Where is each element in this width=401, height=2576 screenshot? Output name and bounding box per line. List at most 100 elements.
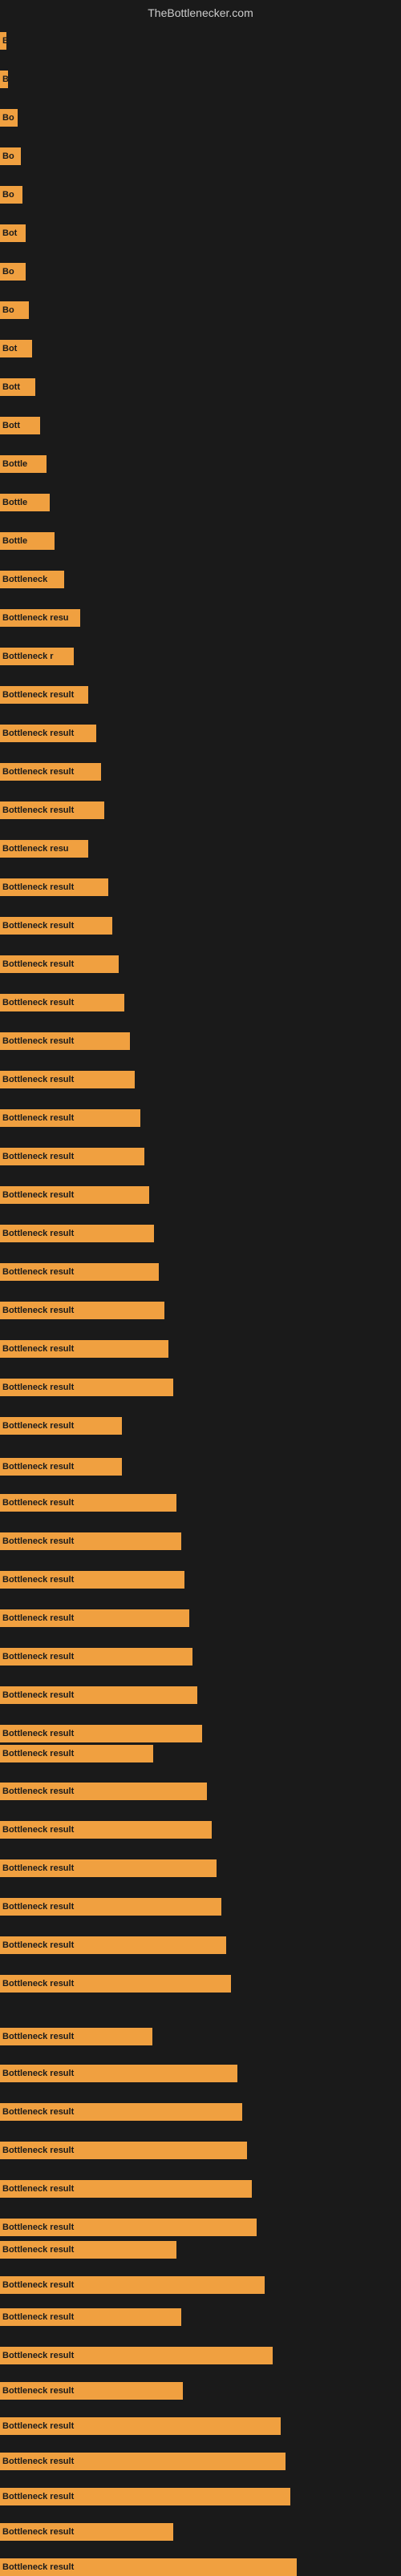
bar-label: Bottleneck result <box>0 1686 197 1704</box>
bar-label: Bottleneck result <box>0 1898 221 1916</box>
bar-label: Bott <box>0 417 40 434</box>
bar-item: Bottleneck result <box>0 1571 184 1589</box>
bar-item: Bottleneck result <box>0 1186 149 1204</box>
bar-label: Bottleneck result <box>0 2453 286 2470</box>
bar-label: Bo <box>0 301 29 319</box>
bar-label: Bottleneck result <box>0 2219 257 2236</box>
bar-item: Bottle <box>0 455 47 473</box>
bar-label: Bottleneck result <box>0 2382 183 2400</box>
bar-item: Bott <box>0 378 35 396</box>
bar-label: B <box>0 32 6 50</box>
bar-label: Bottleneck result <box>0 2065 237 2082</box>
bar-item: Bottleneck <box>0 571 64 588</box>
bar-label: Bottleneck result <box>0 801 104 819</box>
bar-label: Bott <box>0 378 35 396</box>
bar-item: Bottleneck result <box>0 1148 144 1165</box>
bar-item: Bottleneck result <box>0 2523 173 2541</box>
site-title: TheBottlenecker.com <box>148 6 253 19</box>
bar-item: Bottleneck result <box>0 2308 181 2326</box>
bar-label: Bottleneck result <box>0 917 112 935</box>
bar-label: Bottleneck result <box>0 2488 290 2505</box>
bar-item: Bottleneck result <box>0 1071 135 1088</box>
bar-label: Bottleneck result <box>0 1494 176 1512</box>
bar-label: Bottle <box>0 455 47 473</box>
bar-item: Bottle <box>0 532 55 550</box>
bar-item: Bottleneck result <box>0 2453 286 2470</box>
bar-item: Bottleneck result <box>0 2382 183 2400</box>
bar-label: Bo <box>0 263 26 281</box>
bar-item: Bottleneck result <box>0 994 124 1011</box>
bar-item: Bottleneck resu <box>0 609 80 627</box>
bar-item: Bo <box>0 186 22 204</box>
bar-item: B <box>0 71 8 88</box>
bar-label: Bottleneck result <box>0 2417 281 2435</box>
bar-label: Bottleneck <box>0 571 64 588</box>
bar-item: Bottleneck result <box>0 2558 297 2576</box>
bar-label: Bottleneck result <box>0 2142 247 2159</box>
bar-label: Bottleneck result <box>0 686 88 704</box>
bar-item: Bot <box>0 340 32 357</box>
bar-label: Bottleneck result <box>0 878 108 896</box>
bar-label: Bottleneck result <box>0 1186 149 1204</box>
bar-label: Bo <box>0 109 18 127</box>
bar-item: Bottleneck result <box>0 2219 257 2236</box>
bar-item: Bottleneck result <box>0 2180 252 2198</box>
bar-label: Bottleneck result <box>0 2308 181 2326</box>
bar-label: Bottleneck result <box>0 1148 144 1165</box>
bar-label: Bottleneck result <box>0 955 119 973</box>
bar-item: Bottleneck result <box>0 2241 176 2259</box>
bar-item: Bottleneck result <box>0 878 108 896</box>
bar-label: Bottleneck result <box>0 763 101 781</box>
bar-item: Bo <box>0 263 26 281</box>
bar-item: Bottleneck result <box>0 2065 237 2082</box>
bar-label: Bottleneck result <box>0 2180 252 2198</box>
bar-item: Bottleneck result <box>0 2488 290 2505</box>
bar-item: Bottleneck result <box>0 2417 281 2435</box>
bar-item: Bottleneck result <box>0 1494 176 1512</box>
bar-label: Bo <box>0 147 21 165</box>
bar-item: Bottleneck result <box>0 955 119 973</box>
bar-label: Bottleneck r <box>0 648 74 665</box>
bar-item: B <box>0 32 6 50</box>
bar-item: Bottleneck result <box>0 725 96 742</box>
bar-label: Bottleneck result <box>0 2558 297 2576</box>
bar-label: Bottleneck result <box>0 1648 192 1666</box>
bar-item: Bottleneck result <box>0 1032 130 1050</box>
bar-label: Bottleneck result <box>0 994 124 1011</box>
bar-label: Bottleneck result <box>0 2028 152 2045</box>
bar-item: Bottleneck result <box>0 1417 122 1435</box>
bar-item: Bottleneck result <box>0 1936 226 1954</box>
bar-item: Bottleneck result <box>0 1745 153 1762</box>
bar-item: Bot <box>0 224 26 242</box>
bar-item: Bottleneck r <box>0 648 74 665</box>
bar-item: Bottleneck result <box>0 2028 152 2045</box>
bar-label: Bottleneck result <box>0 1821 212 1839</box>
bar-label: Bottleneck result <box>0 1071 135 1088</box>
bar-label: Bottleneck result <box>0 1532 181 1550</box>
bar-item: Bottleneck result <box>0 1975 231 1993</box>
bar-item: Bottleneck result <box>0 1379 173 1396</box>
bar-item: Bottleneck result <box>0 1609 189 1627</box>
bar-item: Bottleneck result <box>0 1458 122 1476</box>
bar-label: Bottleneck result <box>0 1783 207 1800</box>
bar-label: Bot <box>0 224 26 242</box>
bar-item: Bottleneck result <box>0 2103 242 2121</box>
bar-item: Bottleneck result <box>0 2347 273 2364</box>
bar-item: Bottleneck result <box>0 1783 207 1800</box>
bar-item: Bottleneck result <box>0 1302 164 1319</box>
bar-item: Bottleneck result <box>0 1532 181 1550</box>
bar-label: Bottleneck result <box>0 1379 173 1396</box>
bar-label: Bottleneck result <box>0 2276 265 2294</box>
bar-label: Bottleneck result <box>0 1032 130 1050</box>
bar-label: Bottleneck result <box>0 1417 122 1435</box>
bar-label: Bottleneck result <box>0 1109 140 1127</box>
bar-item: Bottleneck result <box>0 1263 159 1281</box>
bar-label: Bottleneck result <box>0 1571 184 1589</box>
bar-item: Bottleneck result <box>0 1859 217 1877</box>
bar-label: Bottleneck result <box>0 2347 273 2364</box>
bar-item: Bottleneck result <box>0 801 104 819</box>
bar-label: Bottleneck result <box>0 1936 226 1954</box>
bar-label: Bottleneck resu <box>0 609 80 627</box>
bar-label: Bottleneck result <box>0 1225 154 1242</box>
bar-item: Bottleneck result <box>0 1686 197 1704</box>
